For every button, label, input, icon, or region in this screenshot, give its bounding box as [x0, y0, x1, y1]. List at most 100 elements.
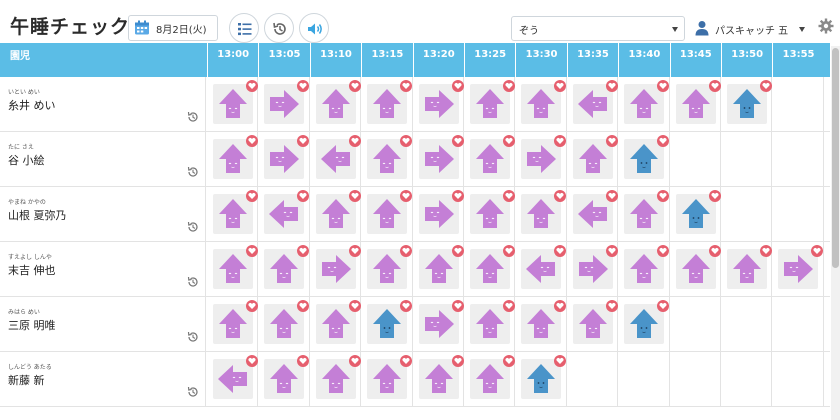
heart-icon — [503, 80, 515, 92]
time-cell[interactable] — [670, 297, 721, 351]
room-select-value: ぞう — [519, 26, 539, 37]
child-furigana: すえよし しんや — [8, 254, 52, 261]
time-cell[interactable] — [721, 132, 773, 186]
heart-icon — [708, 190, 721, 202]
time-column-header: 13:30 — [515, 43, 566, 77]
time-label: 13:20 — [422, 49, 455, 60]
sound-button[interactable] — [299, 13, 329, 43]
heart-icon — [451, 355, 464, 367]
heart-icon — [246, 80, 258, 92]
date-picker[interactable]: 8月2日(火) — [128, 15, 218, 41]
time-label: 13:35 — [577, 49, 609, 60]
child-row: しんどう あたる 新藤 新 — [0, 352, 830, 407]
heart-icon — [451, 190, 464, 202]
time-column-header: 13:05 — [258, 43, 309, 77]
child-furigana: やまね かやの — [8, 199, 46, 206]
list-view-button[interactable] — [229, 13, 259, 43]
heart-icon — [503, 245, 515, 257]
gear-icon[interactable] — [818, 18, 834, 34]
child-name-cell: すえよし しんや 末吉 伸也 — [0, 242, 206, 296]
child-name-cell: やまね かやの山根 夏弥乃 — [0, 187, 206, 241]
history-icon[interactable] — [186, 164, 200, 183]
heart-icon — [605, 190, 618, 202]
time-label: 13:15 — [371, 49, 404, 60]
time-label: 13:55 — [782, 49, 815, 60]
history-icon[interactable] — [186, 384, 200, 403]
heart-icon — [348, 245, 361, 257]
time-column-header: 13:15 — [361, 43, 412, 77]
heart-icon — [348, 300, 361, 312]
time-cell[interactable] — [721, 297, 773, 351]
heart-icon — [503, 355, 515, 367]
heart-icon — [451, 135, 464, 147]
time-label: 13:50 — [731, 49, 764, 60]
heart-icon — [246, 355, 258, 367]
time-cell[interactable] — [670, 132, 721, 186]
heart-icon — [246, 245, 258, 257]
child-name: 糸井 めい — [8, 99, 56, 112]
time-cell[interactable] — [721, 352, 773, 406]
time-cell[interactable] — [618, 352, 670, 406]
time-label: 13:40 — [628, 49, 661, 60]
heart-icon — [503, 300, 515, 312]
time-cell[interactable] — [772, 297, 824, 351]
top-bar: 午睡チェック 8月2日(火) ぞう パスキャッチ 五 — [0, 6, 840, 46]
heart-icon — [503, 135, 515, 147]
time-label: 13:30 — [525, 49, 558, 60]
time-label: 13:05 — [268, 49, 301, 60]
time-column-header: 13:40 — [618, 43, 669, 77]
time-column-header: 13:45 — [669, 43, 721, 77]
heart-icon — [708, 245, 721, 257]
time-label: 13:25 — [474, 49, 507, 60]
child-furigana: しんどう あたる — [8, 364, 52, 371]
room-select[interactable]: ぞう — [511, 16, 685, 41]
heart-icon — [605, 80, 618, 92]
speaker-icon — [308, 23, 322, 35]
heart-icon — [708, 80, 721, 92]
time-cell[interactable] — [772, 187, 824, 241]
child-name: 山根 夏弥乃 — [8, 209, 67, 222]
heart-icon — [246, 135, 258, 147]
child-furigana: みはら めい — [8, 309, 40, 316]
nap-check-grid: 園児 13:00 13:05 13:10 13:15 13:20 13:25 13:30 13… — [0, 43, 830, 420]
heart-icon — [503, 190, 515, 202]
time-column-header: 13:55 — [772, 43, 823, 77]
time-cell[interactable] — [670, 352, 721, 406]
time-cell[interactable] — [567, 352, 619, 406]
history-icon[interactable] — [186, 274, 200, 293]
vertical-scrollbar[interactable] — [831, 46, 840, 420]
time-cell[interactable] — [721, 187, 773, 241]
user-icon — [695, 21, 709, 36]
child-row: いとい めい糸井 めい — [0, 77, 830, 132]
history-button[interactable] — [264, 13, 294, 43]
time-column-header: 13:50 — [721, 43, 772, 77]
time-label: 13:45 — [679, 49, 712, 60]
scrollbar-thumb[interactable] — [832, 48, 839, 268]
heart-icon — [348, 135, 361, 147]
time-cell[interactable] — [772, 352, 824, 406]
history-icon[interactable] — [186, 109, 200, 128]
child-row: やまね かやの山根 夏弥乃 — [0, 187, 830, 242]
time-cell[interactable] — [772, 77, 824, 131]
user-menu[interactable]: パスキャッチ 五 — [691, 16, 809, 41]
history-icon — [273, 22, 286, 35]
heart-icon — [760, 245, 772, 257]
child-row: たに さえ谷 小絵 — [0, 132, 830, 187]
child-name-cell: いとい めい糸井 めい — [0, 77, 206, 131]
time-column-header: 13:10 — [309, 43, 361, 77]
page-title: 午睡チェック — [10, 16, 131, 38]
child-name: 谷 小絵 — [8, 154, 45, 167]
heart-icon — [348, 355, 361, 367]
heart-icon — [348, 80, 361, 92]
history-icon[interactable] — [186, 219, 200, 238]
user-name: パスキャッチ 五 — [715, 26, 789, 37]
chevron-down-icon — [799, 27, 805, 32]
heart-icon — [605, 245, 618, 257]
heart-icon — [246, 300, 258, 312]
child-furigana: いとい めい — [8, 89, 40, 96]
history-icon[interactable] — [186, 329, 200, 348]
time-label: 13:00 — [217, 49, 250, 60]
child-row: みはら めい 三原 明唯 — [0, 297, 830, 352]
time-cell[interactable] — [772, 132, 824, 186]
heart-icon — [451, 80, 464, 92]
